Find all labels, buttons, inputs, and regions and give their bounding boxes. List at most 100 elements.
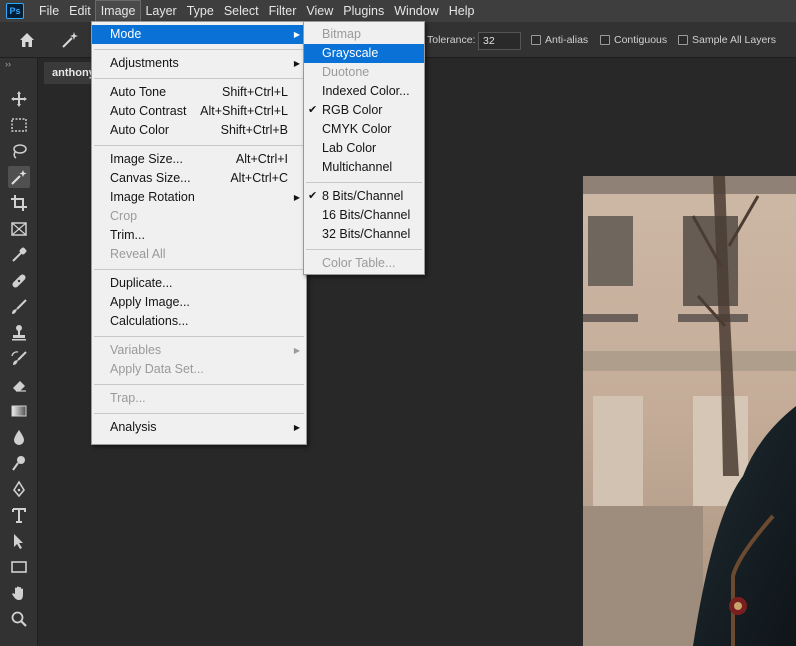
mode-rgb-color[interactable]: ✔ RGB Color	[304, 101, 424, 120]
mode-32-bits[interactable]: 32 Bits/Channel	[304, 225, 424, 244]
clone-stamp-tool-icon[interactable]	[8, 322, 30, 344]
analysis-label: Analysis	[110, 420, 157, 434]
separator	[94, 384, 304, 385]
32-bits-label: 32 Bits/Channel	[322, 227, 411, 241]
panel-collapse-icon[interactable]: ››	[5, 59, 11, 69]
sample-all-layers-label: Sample All Layers	[692, 34, 777, 46]
tolerance-input[interactable]: 32	[478, 32, 521, 50]
menu-view[interactable]: View	[301, 1, 338, 21]
healing-brush-tool-icon[interactable]	[8, 270, 30, 292]
image-menu-trim[interactable]: Trim...	[92, 226, 306, 245]
menu-bar: Ps File Edit Image Layer Type Select Fil…	[0, 0, 796, 22]
history-brush-tool-icon[interactable]	[8, 348, 30, 370]
image-menu-auto-tone[interactable]: Auto Tone Shift+Ctrl+L	[92, 83, 306, 102]
anti-alias-checkbox[interactable]	[531, 35, 541, 45]
marquee-tool-icon[interactable]	[8, 114, 30, 136]
mode-bitmap[interactable]: Bitmap	[304, 25, 424, 44]
path-selection-tool-icon[interactable]	[8, 530, 30, 552]
grayscale-label: Grayscale	[322, 46, 379, 60]
dodge-tool-icon[interactable]	[8, 452, 30, 474]
submenu-arrow-icon: ▶	[293, 59, 300, 68]
image-menu-canvas-size[interactable]: Canvas Size... Alt+Ctrl+C	[92, 169, 306, 188]
trap-label: Trap...	[110, 391, 146, 405]
mode-lab-color[interactable]: Lab Color	[304, 139, 424, 158]
mode-16-bits[interactable]: 16 Bits/Channel	[304, 206, 424, 225]
duotone-label: Duotone	[322, 65, 370, 79]
menu-file[interactable]: File	[34, 1, 64, 21]
image-menu-auto-color[interactable]: Auto Color Shift+Ctrl+B	[92, 121, 306, 140]
image-menu-trap[interactable]: Trap...	[92, 389, 306, 408]
calculations-label: Calculations...	[110, 314, 189, 328]
image-size-label: Image Size...	[110, 152, 183, 166]
image-menu-adjustments[interactable]: Adjustments ▶	[92, 54, 306, 73]
indexed-color-label: Indexed Color...	[322, 84, 410, 98]
lasso-tool-icon[interactable]	[8, 140, 30, 162]
image-menu-analysis[interactable]: Analysis ▶	[92, 418, 306, 437]
canvas-size-shortcut: Alt+Ctrl+C	[230, 171, 288, 185]
auto-color-label: Auto Color	[110, 123, 170, 137]
8-bits-label: 8 Bits/Channel	[322, 189, 404, 203]
contiguous-checkbox[interactable]	[600, 35, 610, 45]
menu-layer[interactable]: Layer	[140, 1, 181, 21]
photoshop-logo-icon[interactable]: Ps	[6, 3, 24, 19]
mode-multichannel[interactable]: Multichannel	[304, 158, 424, 177]
rectangle-tool-icon[interactable]	[8, 556, 30, 578]
blur-tool-icon[interactable]	[8, 426, 30, 448]
auto-contrast-label: Auto Contrast	[110, 104, 187, 118]
menu-help[interactable]: Help	[444, 1, 480, 21]
menu-plugins[interactable]: Plugins	[338, 1, 389, 21]
image-menu-apply-image[interactable]: Apply Image...	[92, 293, 306, 312]
image-menu-duplicate[interactable]: Duplicate...	[92, 274, 306, 293]
image-menu-image-size[interactable]: Image Size... Alt+Ctrl+I	[92, 150, 306, 169]
mode-indexed-color[interactable]: Indexed Color...	[304, 82, 424, 101]
separator	[306, 182, 422, 183]
image-menu-calculations[interactable]: Calculations...	[92, 312, 306, 331]
type-tool-icon[interactable]	[8, 504, 30, 526]
lab-color-label: Lab Color	[322, 141, 377, 155]
brush-tool-icon[interactable]	[8, 296, 30, 318]
menu-image[interactable]: Image	[94, 0, 142, 22]
image-menu-mode[interactable]: Mode ▶	[92, 25, 306, 44]
magic-wand-icon[interactable]	[60, 30, 80, 50]
menu-type[interactable]: Type	[182, 1, 219, 21]
mode-cmyk-color[interactable]: CMYK Color	[304, 120, 424, 139]
crop-tool-icon[interactable]	[8, 192, 30, 214]
mode-8-bits[interactable]: ✔ 8 Bits/Channel	[304, 187, 424, 206]
image-menu-variables[interactable]: Variables ▶	[92, 341, 306, 360]
cmyk-color-label: CMYK Color	[322, 122, 392, 136]
image-menu-auto-contrast[interactable]: Auto Contrast Alt+Shift+Ctrl+L	[92, 102, 306, 121]
gradient-tool-icon[interactable]	[8, 400, 30, 422]
move-tool-icon[interactable]	[8, 88, 30, 110]
menu-filter[interactable]: Filter	[264, 1, 302, 21]
home-icon[interactable]	[18, 31, 36, 49]
duplicate-label: Duplicate...	[110, 276, 173, 290]
image-menu-apply-data-set[interactable]: Apply Data Set...	[92, 360, 306, 379]
submenu-arrow-icon: ▶	[293, 423, 300, 432]
rgb-color-label: RGB Color	[322, 103, 383, 117]
mode-submenu: Bitmap Grayscale Duotone Indexed Color..…	[303, 21, 425, 275]
mode-color-table[interactable]: Color Table...	[304, 254, 424, 273]
checkmark-icon: ✔	[308, 104, 318, 116]
canvas-size-label: Canvas Size...	[110, 171, 191, 185]
separator	[94, 145, 304, 146]
image-menu-crop[interactable]: Crop	[92, 207, 306, 226]
menu-select[interactable]: Select	[219, 1, 264, 21]
bitmap-label: Bitmap	[322, 27, 361, 41]
frame-tool-icon[interactable]	[8, 218, 30, 240]
hand-tool-icon[interactable]	[8, 582, 30, 604]
eyedropper-tool-icon[interactable]	[8, 244, 30, 266]
trim-label: Trim...	[110, 228, 145, 242]
eraser-tool-icon[interactable]	[8, 374, 30, 396]
image-menu-reveal-all[interactable]: Reveal All	[92, 245, 306, 264]
submenu-arrow-icon: ▶	[293, 193, 300, 202]
separator	[94, 269, 304, 270]
menu-window[interactable]: Window	[389, 1, 443, 21]
magic-wand-tool-icon[interactable]	[8, 166, 30, 188]
image-menu-image-rotation[interactable]: Image Rotation ▶	[92, 188, 306, 207]
sample-all-layers-checkbox[interactable]	[678, 35, 688, 45]
zoom-tool-icon[interactable]	[8, 608, 30, 630]
pen-tool-icon[interactable]	[8, 478, 30, 500]
menu-edit[interactable]: Edit	[64, 1, 96, 21]
mode-duotone[interactable]: Duotone	[304, 63, 424, 82]
mode-grayscale[interactable]: Grayscale	[304, 44, 424, 63]
